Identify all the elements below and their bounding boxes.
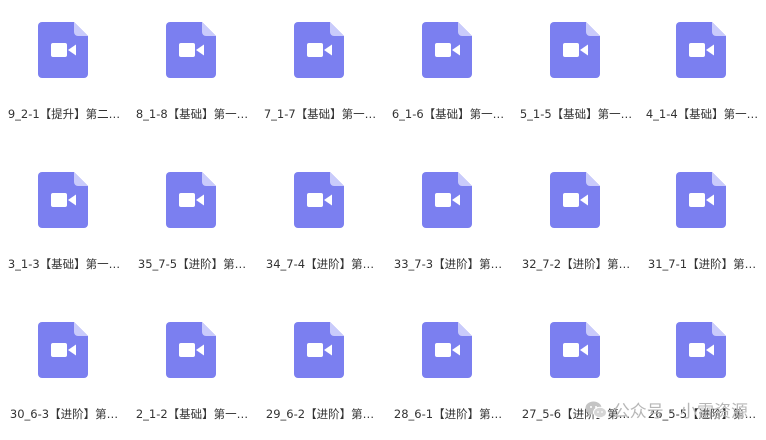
video-file-icon (550, 22, 600, 78)
video-file-icon (676, 22, 726, 78)
file-name: 35_7-5【进阶】第… (137, 257, 247, 271)
video-file-icon (294, 172, 344, 228)
file-tile[interactable]: 28_6-1【进阶】第… (384, 300, 512, 440)
file-tile[interactable]: 9_2-1【提升】第二… (0, 0, 128, 140)
video-file-icon (166, 172, 216, 228)
file-name: 2_1-2【基础】第一… (135, 407, 249, 421)
file-tile[interactable]: 6_1-6【基础】第一… (384, 0, 512, 140)
file-name: 9_2-1【提升】第二… (7, 107, 121, 121)
file-name: 28_6-1【进阶】第… (393, 407, 503, 421)
video-file-icon (422, 172, 472, 228)
file-name: 3_1-3【基础】第一… (7, 257, 121, 271)
video-file-icon (422, 22, 472, 78)
file-tile[interactable]: 5_1-5【基础】第一… (512, 0, 640, 140)
file-name: 34_7-4【进阶】第… (265, 257, 375, 271)
file-name: 33_7-3【进阶】第… (393, 257, 503, 271)
file-name: 5_1-5【基础】第一… (519, 107, 633, 121)
file-tile[interactable]: 7_1-7【基础】第一… (256, 0, 384, 140)
video-file-icon (38, 172, 88, 228)
file-name: 4_1-4【基础】第一… (645, 107, 759, 121)
video-file-icon (38, 22, 88, 78)
file-tile[interactable]: 29_6-2【进阶】第… (256, 300, 384, 440)
video-file-icon (676, 172, 726, 228)
video-file-icon (550, 322, 600, 378)
file-tile[interactable]: 31_7-1【进阶】第… (638, 150, 766, 290)
video-file-icon (294, 22, 344, 78)
file-name: 31_7-1【进阶】第… (647, 257, 757, 271)
file-name: 6_1-6【基础】第一… (391, 107, 505, 121)
video-file-icon (422, 322, 472, 378)
video-file-icon (550, 172, 600, 228)
watermark: 公众号 · 小雷资源 (585, 397, 748, 422)
file-tile[interactable]: 2_1-2【基础】第一… (128, 300, 256, 440)
file-tile[interactable]: 32_7-2【进阶】第… (512, 150, 640, 290)
file-name: 29_6-2【进阶】第… (265, 407, 375, 421)
file-grid: 9_2-1【提升】第二… 8_1-8【基础】第一… 7_1-7【基础】第一… 6… (0, 0, 766, 436)
file-tile[interactable]: 4_1-4【基础】第一… (638, 0, 766, 140)
file-tile[interactable]: 33_7-3【进阶】第… (384, 150, 512, 290)
file-tile[interactable]: 35_7-5【进阶】第… (128, 150, 256, 290)
video-file-icon (166, 22, 216, 78)
file-name: 7_1-7【基础】第一… (263, 107, 377, 121)
file-name: 30_6-3【进阶】第… (9, 407, 119, 421)
file-tile[interactable]: 30_6-3【进阶】第… (0, 300, 128, 440)
video-file-icon (294, 322, 344, 378)
file-name: 32_7-2【进阶】第… (521, 257, 631, 271)
file-name: 8_1-8【基础】第一… (135, 107, 249, 121)
file-tile[interactable]: 34_7-4【进阶】第… (256, 150, 384, 290)
video-file-icon (38, 322, 88, 378)
watermark-text: 公众号 · 小雷资源 (612, 402, 748, 422)
wechat-icon (585, 400, 607, 420)
file-tile[interactable]: 8_1-8【基础】第一… (128, 0, 256, 140)
video-file-icon (166, 322, 216, 378)
file-tile[interactable]: 3_1-3【基础】第一… (0, 150, 128, 290)
video-file-icon (676, 322, 726, 378)
